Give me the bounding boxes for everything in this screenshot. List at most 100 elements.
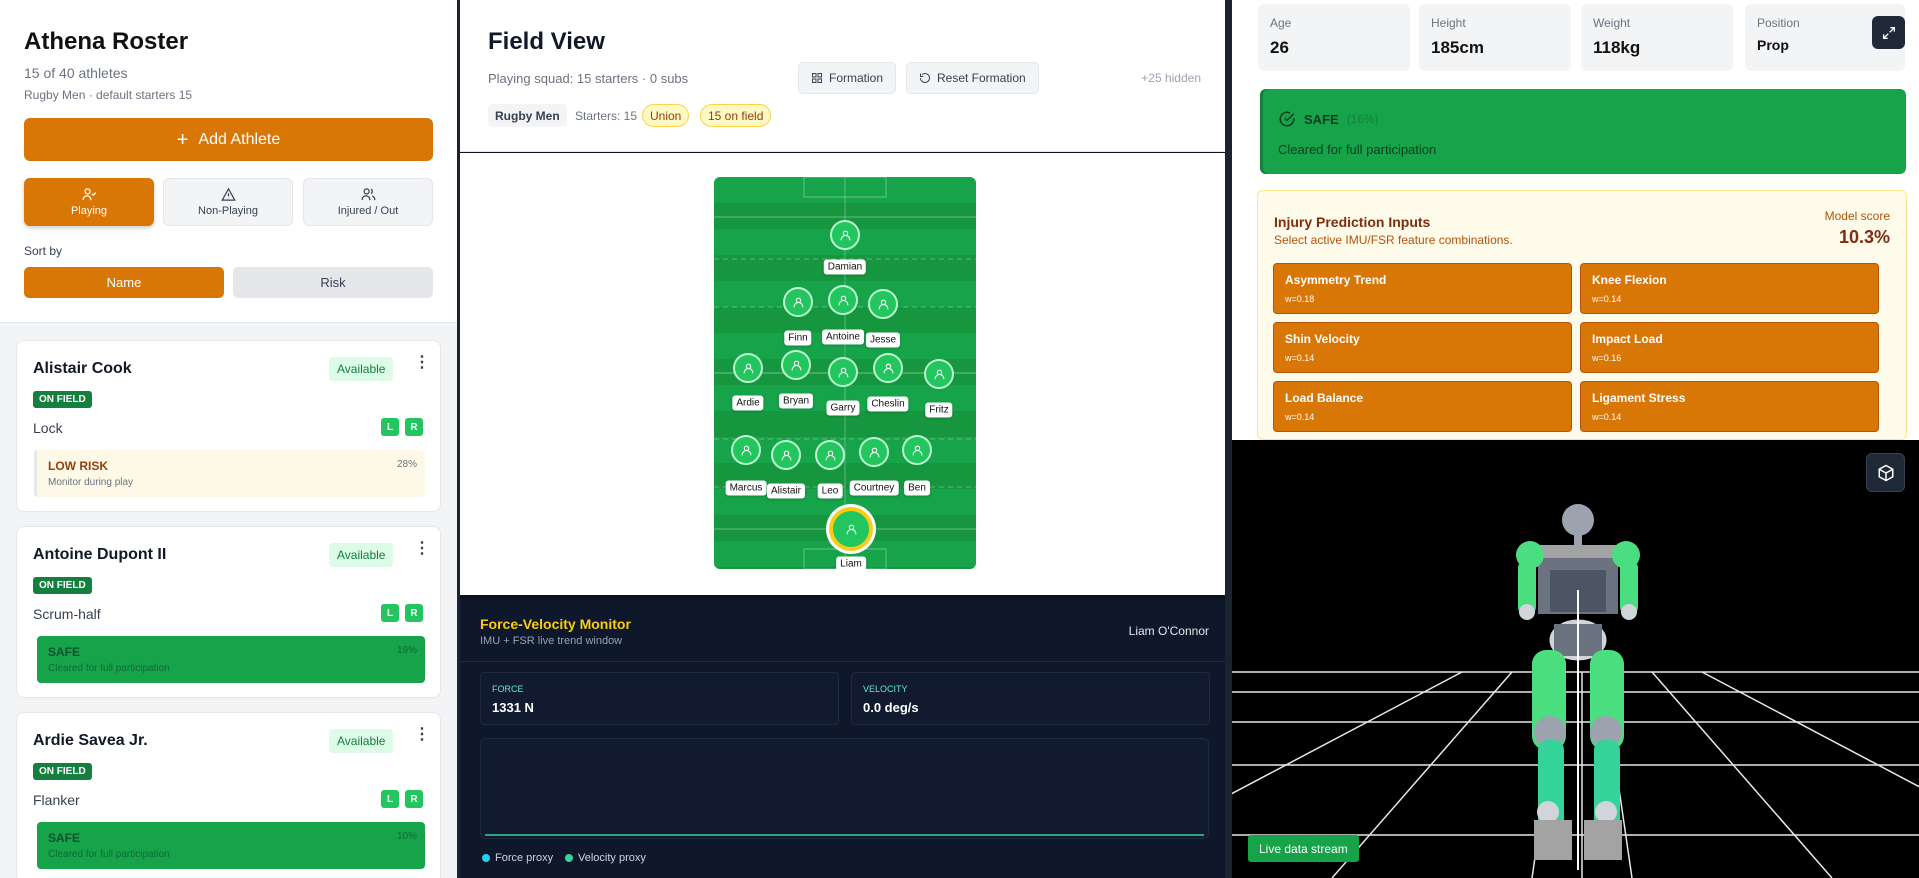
- athlete-card[interactable]: Alistair Cook Available ⋮ ON FIELD Lock …: [16, 340, 441, 512]
- rugby-pitch: Damian Finn Antoine Jesse Ardie Bryan Garry Che…: [714, 177, 976, 569]
- player-marker[interactable]: [868, 289, 898, 319]
- on-field-badge: ON FIELD: [33, 391, 92, 408]
- cube-icon: [1878, 464, 1893, 481]
- player-marker[interactable]: [829, 507, 873, 551]
- player-marker[interactable]: [859, 437, 889, 467]
- athlete-count: 15 of 40 athletes: [24, 65, 128, 81]
- athlete-name: Ardie Savea Jr.: [33, 732, 148, 749]
- roster-title: Athena Roster: [24, 28, 189, 55]
- field-panel: Field View Playing squad: 15 starters · …: [460, 0, 1225, 878]
- stat-age: Age 26: [1258, 4, 1410, 71]
- feature-ligament-stress[interactable]: Ligament Stress w=0.14: [1580, 381, 1879, 432]
- right-sensor-badge: R: [405, 604, 423, 622]
- reset-icon: [920, 73, 930, 83]
- stat-label: Position: [1757, 16, 1800, 30]
- legend-velocity: Velocity proxy: [565, 852, 646, 864]
- player-label: Garry: [826, 400, 860, 416]
- risk-panel: SAFE Cleared for full participation 10%: [37, 822, 425, 869]
- player-marker[interactable]: [733, 353, 763, 383]
- athlete-detail-panel: Age 26 Height 185cm Weight 118kg Positio…: [1232, 0, 1919, 878]
- stat-label: Height: [1431, 16, 1466, 30]
- stat-value: Prop: [1757, 37, 1789, 53]
- users-icon: [361, 188, 375, 201]
- monitor-athlete: Liam O'Connor: [1128, 624, 1209, 638]
- user-icon: [743, 363, 753, 373]
- trend-plot: [480, 738, 1209, 839]
- stat-label: Weight: [1593, 16, 1631, 30]
- athlete-position: Lock: [33, 420, 63, 436]
- user-icon: [840, 230, 850, 240]
- feature-weight: w=0.18: [1285, 294, 1315, 304]
- player-marker[interactable]: [830, 220, 860, 250]
- more-options-icon[interactable]: ⋮: [414, 355, 430, 371]
- athlete-position: Flanker: [33, 792, 80, 808]
- more-options-icon[interactable]: ⋮: [414, 727, 430, 743]
- legend-force-label: Force proxy: [495, 852, 554, 864]
- formation-button[interactable]: Formation: [798, 62, 897, 94]
- feature-name: Ligament Stress: [1592, 391, 1686, 405]
- feature-shin-velocity[interactable]: Shin Velocity w=0.14: [1273, 322, 1572, 373]
- stat-label: Age: [1270, 16, 1292, 30]
- on-field-badge: ON FIELD: [33, 763, 92, 780]
- user-icon: [838, 295, 848, 305]
- 3d-body-viewer[interactable]: Live data stream: [1232, 440, 1919, 878]
- body-model-icon: [1516, 504, 1640, 870]
- left-sensor-badge: L: [381, 790, 399, 808]
- player-marker[interactable]: [771, 440, 801, 470]
- stat-value: 118kg: [1593, 38, 1641, 57]
- union-chip: Union: [642, 104, 690, 127]
- app-root: Athena Roster 15 of 40 athletes Rugby Me…: [0, 0, 1919, 878]
- player-marker[interactable]: [828, 357, 858, 387]
- player-marker[interactable]: [924, 359, 954, 389]
- add-athlete-button[interactable]: + Add Athlete: [24, 118, 433, 161]
- feature-load-balance[interactable]: Load Balance w=0.14: [1273, 381, 1572, 432]
- player-marker[interactable]: [783, 287, 813, 317]
- force-velocity-monitor: Force-Velocity Monitor IMU + FSR live tr…: [460, 599, 1225, 878]
- sort-risk-button[interactable]: Risk: [233, 267, 433, 298]
- feature-knee-flexion[interactable]: Knee Flexion w=0.14: [1580, 263, 1879, 314]
- risk-percent: 28%: [396, 459, 417, 470]
- athlete-card[interactable]: Antoine Dupont II Available ⋮ ON FIELD S…: [16, 526, 441, 698]
- player-marker[interactable]: [781, 350, 811, 380]
- live-data-stream-button[interactable]: Live data stream: [1248, 835, 1359, 862]
- player-label: Liam: [836, 556, 866, 569]
- risk-label: LOW RISK: [48, 459, 108, 473]
- feature-weight: w=0.14: [1592, 294, 1622, 304]
- stat-weight: Weight 118kg: [1581, 4, 1733, 71]
- player-marker[interactable]: [815, 440, 845, 470]
- player-marker[interactable]: [873, 353, 903, 383]
- player-marker[interactable]: [828, 285, 858, 315]
- filter-injured[interactable]: Injured / Out: [303, 178, 433, 226]
- reset-formation-button[interactable]: Reset Formation: [906, 62, 1039, 94]
- player-marker[interactable]: [731, 435, 761, 465]
- user-icon: [741, 445, 751, 455]
- warning-icon: [220, 187, 236, 201]
- more-options-icon[interactable]: ⋮: [414, 541, 430, 557]
- right-sensor-badge: R: [405, 790, 423, 808]
- playing-squad-text: Playing squad: 15 starters · 0 subs: [488, 71, 689, 86]
- feature-name: Shin Velocity: [1285, 332, 1360, 346]
- view-3d-button[interactable]: [1866, 453, 1905, 492]
- right-sensor-badge: R: [405, 418, 423, 436]
- safety-heading: SAFE (16%): [1278, 110, 1379, 128]
- athlete-card[interactable]: Ardie Savea Jr. Available ⋮ ON FIELD Fla…: [16, 712, 441, 878]
- feature-impact-load[interactable]: Impact Load w=0.16: [1580, 322, 1879, 373]
- filter-non-playing[interactable]: Non-Playing: [163, 178, 293, 226]
- user-icon: [934, 369, 944, 379]
- sort-name-button[interactable]: Name: [24, 267, 224, 298]
- user-icon: [791, 360, 801, 370]
- left-sensor-badge: L: [381, 604, 399, 622]
- user-icon: [825, 450, 835, 460]
- feature-asymmetry-trend[interactable]: Asymmetry Trend w=0.18: [1273, 263, 1572, 314]
- player-marker[interactable]: [902, 435, 932, 465]
- safety-description: Cleared for full participation: [1278, 142, 1437, 157]
- risk-label: SAFE: [48, 645, 81, 659]
- user-icon: [912, 445, 922, 455]
- user-icon: [793, 297, 803, 307]
- injury-subtitle: Select active IMU/FSR feature combinatio…: [1274, 233, 1513, 247]
- feature-weight: w=0.16: [1592, 353, 1622, 363]
- filter-playing[interactable]: Playing: [24, 178, 154, 226]
- expand-button[interactable]: [1872, 16, 1905, 49]
- starters-chip: Starters: 15: [575, 108, 638, 123]
- filter-label: Playing: [70, 205, 108, 217]
